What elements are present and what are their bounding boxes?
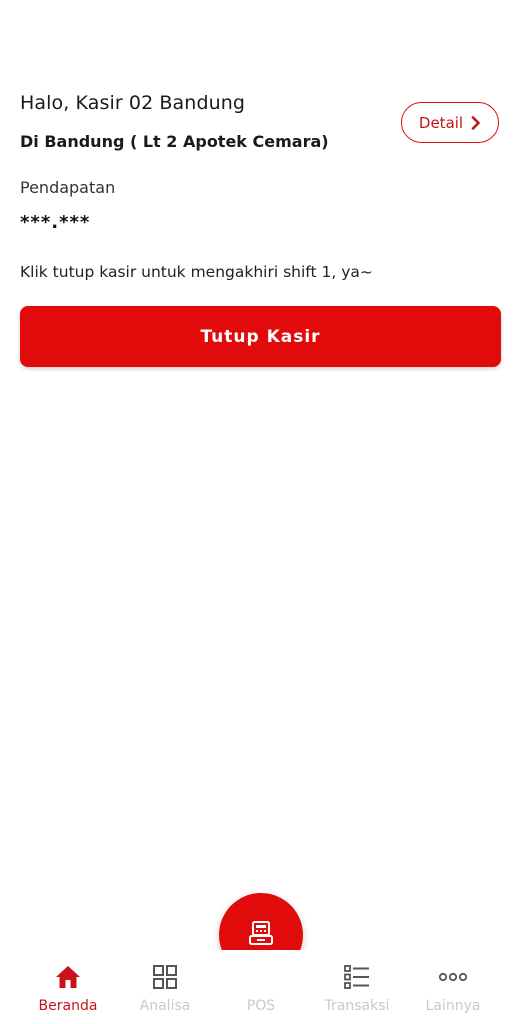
shift-hint-text: Klik tutup kasir untuk mengakhiri shift … [20,263,373,281]
nav-item-pos[interactable]: POS [216,962,306,1018]
list-icon [343,962,371,992]
nav-label-lainnya: Lainnya [425,998,481,1014]
detail-button-label: Detail [418,113,464,132]
store-location: Di Bandung ( Lt 2 Apotek Cemara) [20,132,329,151]
revenue-value: ***.*** [20,212,91,233]
grid-icon [152,962,178,992]
nav-label-beranda: Beranda [38,998,98,1014]
nav-label-transaksi: Transaksi [324,998,390,1014]
nav-item-analisa[interactable]: Analisa [120,962,210,1018]
home-icon [54,962,82,992]
home-screen: Halo, Kasir 02 Bandung Di Bandung ( Lt 2… [0,0,522,1024]
detail-button[interactable]: Detail [401,102,499,143]
close-cashier-label: Tutup Kasir [200,326,321,347]
nav-label-analisa: Analisa [139,998,191,1014]
nav-item-beranda[interactable]: Beranda [23,962,113,1018]
cash-register-icon [246,918,276,952]
chevron-right-icon [471,115,481,130]
revenue-label: Pendapatan [20,178,116,197]
nav-item-transaksi[interactable]: Transaksi [312,962,402,1018]
greeting-title: Halo, Kasir 02 Bandung [20,92,246,114]
close-cashier-button[interactable]: Tutup Kasir [20,306,501,367]
nav-label-pos: POS [246,998,276,1014]
nav-item-lainnya[interactable]: Lainnya [408,962,498,1018]
more-icon [438,962,468,992]
bottom-navigation: Beranda Analisa POS Transaksi Lainnya [0,950,522,1024]
